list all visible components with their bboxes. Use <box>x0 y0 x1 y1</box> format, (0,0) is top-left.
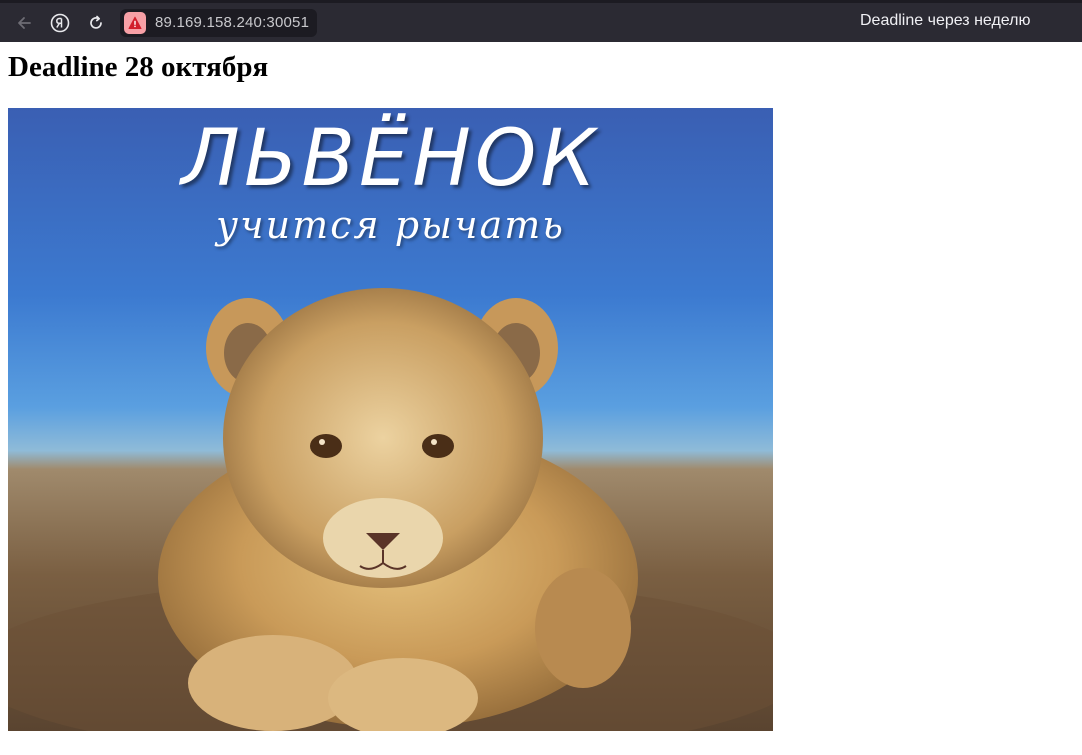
page-heading: Deadline 28 октября <box>8 51 269 83</box>
back-button[interactable] <box>10 9 38 37</box>
yandex-icon <box>50 13 70 32</box>
tab-title[interactable]: Deadline через неделю <box>860 12 1030 30</box>
site-security-button[interactable] <box>124 11 146 34</box>
browser-toolbar: 89.169.158.240:30051 Deadline через неде… <box>0 0 1082 42</box>
url-text: 89.169.158.240:30051 <box>155 14 310 31</box>
poster-title: ЛЬВЁНОК <box>181 114 600 204</box>
reload-button[interactable] <box>82 9 110 37</box>
warning-icon <box>128 16 142 29</box>
reload-icon <box>90 15 102 29</box>
yandex-button[interactable] <box>46 9 74 37</box>
poster-subtitle: учится рычать <box>216 203 565 247</box>
address-bar[interactable]: 89.169.158.240:30051 <box>120 8 318 37</box>
back-arrow-icon <box>18 16 31 29</box>
lion-cub-poster-image: ЛЬВЁНОК учится рычать <box>8 108 773 731</box>
